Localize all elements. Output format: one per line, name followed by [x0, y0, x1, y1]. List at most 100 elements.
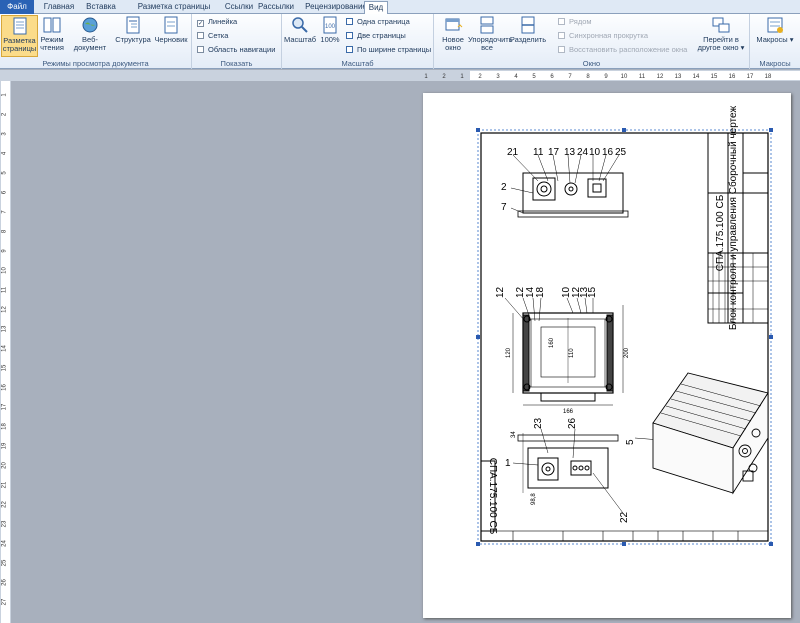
callout: 7 — [501, 202, 507, 213]
ruler-tick-label: 23 — [2, 520, 8, 527]
tab-page-layout[interactable]: Разметка страницы — [126, 1, 222, 14]
tab-review[interactable]: Рецензирование — [300, 1, 372, 14]
ruler-tick-label: 10 — [621, 74, 628, 80]
new-window-icon — [445, 18, 463, 31]
zoom-100-label: 100% — [320, 35, 340, 44]
two-pages-button[interactable]: Две страницы — [346, 31, 406, 40]
tab-file[interactable]: Файл — [0, 0, 34, 14]
ruler-checkbox[interactable]: ✓ Линейка — [197, 17, 237, 27]
checkbox-icon — [197, 46, 204, 53]
callout: 25 — [615, 147, 627, 158]
split-button[interactable]: Разделить — [508, 15, 548, 44]
engineering-drawing: СПА.175.100 СБ Блок контроля и управлени… — [476, 106, 773, 546]
ruler-tick-label: 11 — [639, 74, 646, 80]
mid-leaders — [504, 297, 594, 322]
reading-mode-button[interactable]: Режим чтения — [39, 15, 65, 52]
page-width-button[interactable]: По ширине страницы — [346, 45, 431, 54]
ruler-tick-label: 12 — [2, 306, 8, 313]
macros-icon — [767, 17, 783, 33]
sync-scroll-icon — [558, 32, 565, 39]
tab-view[interactable]: Вид — [364, 1, 388, 15]
macros-button[interactable]: Макросы ▾ — [752, 15, 798, 44]
nav-pane-checkbox[interactable]: Область навигации — [197, 45, 275, 54]
horizontal-ruler[interactable]: 1 2 1 2 3 4 5 6 7 8 9 10 11 12 13 14 15 16 17 18 — [0, 70, 800, 81]
switch-window-icon — [712, 17, 730, 33]
top-leaders — [510, 154, 620, 214]
stamp-text: СПА.175.100 СБ — [487, 458, 498, 535]
web-layout-button[interactable]: Веб-документ — [66, 15, 114, 52]
reset-position-button[interactable]: Восстановить расположение окна — [558, 45, 687, 54]
zoom-button[interactable]: Масштаб — [284, 15, 316, 44]
ruler-tick-label: 8 — [586, 74, 590, 80]
dim: 160 — [549, 337, 555, 348]
dim: 34 — [511, 431, 517, 438]
nav-pane-label: Область навигации — [208, 45, 276, 54]
new-window-button[interactable]: Новое окно — [438, 15, 468, 52]
tab-mailings[interactable]: Рассылки — [256, 1, 296, 14]
outline-label: Структура — [115, 35, 151, 44]
print-layout-button[interactable]: Разметка страницы — [1, 15, 38, 57]
ruler-tick-label: 17 — [2, 403, 8, 410]
top-view — [517, 172, 629, 218]
grid-checkbox[interactable]: Сетка — [197, 31, 228, 40]
switch-window-button[interactable]: Перейти в другое окно ▾ — [696, 15, 746, 52]
ruler-tick-label: 16 — [729, 74, 736, 80]
group-label: Окно — [582, 59, 601, 68]
ruler-tick-label: 20 — [2, 462, 8, 469]
magnifier-icon — [292, 17, 308, 33]
page-width-icon — [346, 46, 353, 53]
reading-mode-icon — [43, 17, 61, 33]
arrange-all-button[interactable]: Упорядочить все — [468, 15, 513, 52]
ruler-tick-label: 4 — [514, 74, 518, 80]
zoom-100-button[interactable]: 100 100% — [318, 15, 342, 44]
tab-home[interactable]: Главная — [40, 1, 78, 14]
ruler-tick-label: 27 — [2, 598, 8, 605]
draft-label: Черновик — [154, 35, 188, 44]
callout: 26 — [567, 417, 578, 429]
new-window-label: Новое окно — [442, 35, 464, 52]
draft-button[interactable]: Черновик — [152, 15, 190, 44]
outline-button[interactable]: Структура — [115, 15, 151, 44]
ruler-tick-label: 14 — [2, 345, 8, 352]
one-page-icon — [346, 18, 353, 25]
sync-scroll-button[interactable]: Синхронная прокрутка — [558, 31, 648, 40]
ruler-ticks: 1234567891011121314151617181920212223242… — [2, 93, 8, 606]
ruler-tick-label: 5 — [532, 74, 536, 80]
ruler-tick-label: 6 — [2, 190, 8, 194]
sync-scroll-label: Синхронная прокрутка — [569, 31, 649, 40]
tab-references[interactable]: Ссылки — [224, 1, 254, 14]
callout: 5 — [625, 439, 636, 445]
dim: 200 — [624, 347, 630, 358]
callout: 11 — [533, 147, 544, 158]
callout: 2 — [501, 182, 507, 193]
one-page-label: Одна страница — [357, 17, 410, 26]
callout: 22 — [619, 511, 630, 523]
tab-insert[interactable]: Вставка — [82, 1, 120, 14]
ruler-tick-label: 17 — [747, 74, 754, 80]
callout: 18 — [535, 286, 546, 298]
ruler-tick-label: 8 — [2, 229, 8, 233]
callout: 10 — [589, 147, 601, 158]
ruler-tick-label: 13 — [2, 325, 8, 332]
vertical-ruler[interactable]: 1 2 3 4 5 6 7 8 9 10 11 12 13 14 15 16 17 18 19 20 21 22 23 24 2… — [0, 81, 11, 623]
ruler-tick-label: 24 — [2, 540, 8, 547]
one-page-button[interactable]: Одна страница — [346, 17, 410, 26]
ruler-tick-label: 6 — [550, 74, 554, 80]
callout: 12 — [495, 286, 506, 298]
ruler-tick-label: 5 — [2, 171, 8, 175]
top-callouts: 21 11 17 13 24 10 16 25 2 7 — [501, 147, 627, 213]
document-page[interactable]: СПА.175.100 СБ Блок контроля и управлени… — [423, 93, 791, 618]
callout: 1 — [505, 458, 511, 469]
reset-position-label: Восстановить расположение окна — [569, 45, 688, 54]
ruler-tick-label: 25 — [2, 559, 8, 566]
callout: 23 — [533, 417, 544, 429]
reading-mode-label: Режим чтения — [40, 35, 64, 52]
ruler-ticks: 1 2 1 2 3 4 5 6 7 8 9 10 11 12 13 14 15 16 17 18 — [424, 74, 772, 80]
two-pages-label: Две страницы — [357, 31, 406, 40]
ruler-tick-label: 19 — [2, 442, 8, 449]
bottom-strip — [480, 530, 769, 542]
side-by-side-button[interactable]: Рядом — [558, 17, 592, 26]
ruler-tick-label: 13 — [675, 74, 682, 80]
group-label: Режимы просмотра документа — [42, 59, 149, 68]
ruler-tick-label: 10 — [2, 267, 8, 274]
